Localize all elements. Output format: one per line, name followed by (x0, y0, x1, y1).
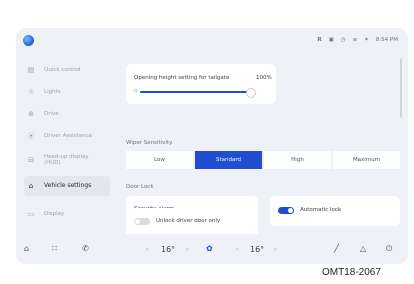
status-icons: 𝗥 ▣ ◷ ≡ ✶ 8:54 PM (317, 36, 398, 44)
tailgate-slider-track[interactable] (140, 91, 248, 93)
wiper-option-standard[interactable]: Standard (195, 151, 262, 169)
sidebar-item-hud[interactable]: ⊟ Head-up display (HUD) (24, 150, 110, 170)
steering-wheel-icon: ⊕ (28, 110, 34, 118)
right-temperature: 16° (250, 245, 265, 254)
right-temp-down-button[interactable]: ‹ (236, 246, 238, 253)
sidebar-item-label: Drive (44, 111, 59, 117)
top-status-bar: 𝗥 ▣ ◷ ≡ ✶ 8:54 PM (16, 28, 408, 54)
driver-assist-icon: ⦿ (27, 132, 35, 140)
power-icon[interactable]: ⏻ (386, 244, 392, 254)
automatic-lock-label: Automatic lock (300, 207, 342, 213)
automatic-lock-toggle[interactable] (278, 207, 294, 214)
infotainment-screen: 𝗥 ▣ ◷ ≡ ✶ 8:54 PM ▤ Quick control ☼ Ligh… (16, 28, 408, 264)
wiper-option-high[interactable]: High (264, 151, 331, 169)
clock-time: 8:54 PM (375, 37, 398, 43)
home-icon[interactable]: ⌂ (24, 244, 29, 253)
hazard-icon[interactable]: △ (360, 244, 366, 253)
wiper-option-maximum[interactable]: Maximum (333, 151, 400, 169)
quick-control-icon: ▤ (27, 66, 35, 74)
tailgate-slider-thumb[interactable] (246, 88, 256, 98)
unlock-driver-door-toggle[interactable] (134, 218, 150, 225)
sidebar-item-display[interactable]: ▭ Display (24, 204, 110, 224)
sidebar-item-label: Vehicle settings (44, 182, 92, 189)
apps-grid-icon[interactable]: ∷ (52, 244, 57, 253)
sidebar-item-label: Display (44, 211, 65, 217)
seat-heat-icon[interactable]: ╱ (334, 244, 339, 253)
display-icon: ▭ (27, 210, 35, 218)
left-temperature: 16° (161, 245, 176, 254)
profile-icon[interactable]: 𝗥 (317, 36, 321, 44)
bluetooth-icon: ✶ (364, 37, 369, 43)
unlock-driver-door-label: Unlock driver door only (156, 218, 221, 224)
content-scrollbar[interactable] (400, 58, 402, 118)
sidebar-item-label: Quick control (44, 67, 81, 73)
unlock-driver-door-card: Unlock driver door only (126, 208, 258, 234)
settings-sidebar: ▤ Quick control ☼ Lights ⊕ Drive ⦿ Drive… (16, 54, 116, 236)
toggle-knob (135, 219, 140, 224)
phone-icon[interactable]: ✆ (82, 244, 89, 253)
sidebar-item-label: Driver Assistance (44, 133, 92, 139)
camera-icon[interactable]: ▣ (329, 36, 334, 44)
car-icon: ⌂ (28, 182, 34, 190)
toggle-knob (288, 208, 293, 213)
tailgate-height-card: Opening height setting for tailgate 100%… (126, 64, 276, 104)
wiper-sensitivity-selector: Low Standard High Maximum (126, 151, 400, 169)
left-temp-up-button[interactable]: › (186, 246, 188, 253)
tailgate-icon: ◁ (133, 88, 137, 94)
climate-fan-icon[interactable]: ✿ (206, 244, 213, 253)
right-temp-up-button[interactable]: › (274, 246, 276, 253)
sidebar-item-drive[interactable]: ⊕ Drive (24, 104, 110, 124)
figure-code: OMT18-2067 (322, 267, 381, 278)
tailgate-height-label: Opening height setting for tailgate (134, 75, 230, 81)
bottom-control-bar: ⌂ ∷ ✆ ‹ 16° › ✿ ‹ 16° › ╱ △ ⏻ (16, 236, 408, 264)
app-logo-icon[interactable] (23, 35, 34, 46)
sidebar-item-lights[interactable]: ☼ Lights (24, 82, 110, 102)
sidebar-item-vehicle-settings[interactable]: ⌂ Vehicle settings (24, 176, 110, 196)
sidebar-item-label: Head-up display (HUD) (44, 154, 89, 166)
door-lock-title: Door Lock (126, 184, 154, 190)
timer-icon: ◷ (340, 37, 346, 43)
tailgate-height-value: 100% (256, 75, 272, 81)
sidebar-item-driver-assistance[interactable]: ⦿ Driver Assistance (24, 126, 110, 146)
hud-icon: ⊟ (28, 156, 34, 164)
automatic-lock-card: Automatic lock (270, 196, 400, 226)
wiper-option-low[interactable]: Low (126, 151, 193, 169)
sidebar-item-quick-control[interactable]: ▤ Quick control (24, 60, 110, 80)
sidebar-item-label: Lights (44, 89, 61, 95)
left-temp-down-button[interactable]: ‹ (146, 246, 148, 253)
light-icon: ☼ (27, 88, 35, 96)
signal-icon: ≡ (352, 37, 358, 43)
wiper-sensitivity-title: Wiper Sensitivity (126, 140, 173, 146)
